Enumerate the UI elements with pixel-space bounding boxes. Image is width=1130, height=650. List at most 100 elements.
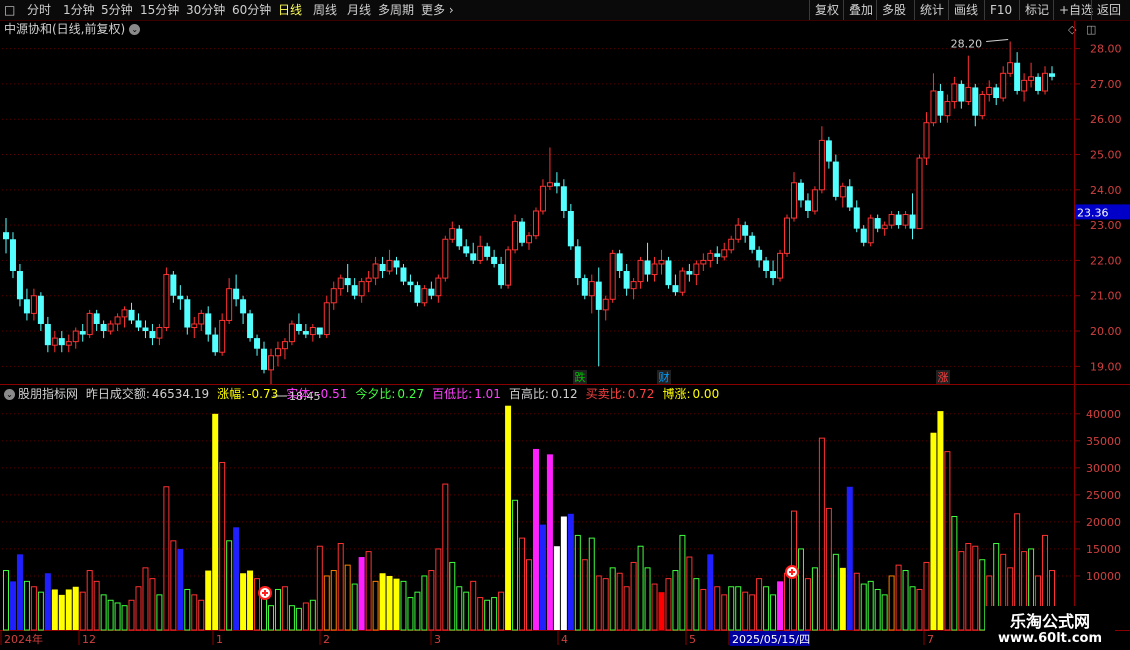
volume-bar [226,540,233,631]
candle-body [1035,76,1042,91]
candle-body [65,341,72,346]
candle-body [909,214,916,229]
candle-body [365,277,372,283]
candle-body [114,316,121,325]
candle-body [728,238,735,251]
candle-body [937,90,944,116]
candle-body [923,122,930,159]
candle-body [860,228,867,243]
volume-bar [930,432,937,630]
candle-body [735,224,742,240]
price-tick-label: 19.00 [1090,360,1122,373]
candle-body [393,260,400,268]
candle-body [177,295,184,300]
volume-bar [86,570,93,631]
volume-bar [756,578,763,631]
volume-bar [512,499,519,631]
volume-bar [665,578,672,631]
volume-bar [860,583,867,631]
volume-bar [832,553,839,631]
volume-bar [721,594,728,631]
volume-bar [267,605,274,631]
candle-body [609,252,616,300]
candle-body [421,288,428,304]
volume-bar [65,589,72,630]
volume-bar [463,591,470,631]
candle-body [832,161,839,197]
candle-body [449,228,456,240]
candle-body [672,285,679,293]
candle-body [902,214,909,226]
candle-body [958,83,965,102]
candle-body [1028,76,1035,81]
volume-bar [477,597,484,631]
volume-bar [728,586,735,631]
candle-body [212,334,219,353]
volume-bar [233,527,240,630]
price-tick-label: 27.00 [1090,78,1122,91]
candle-body [623,271,630,289]
candle-body [895,214,902,226]
candle-body [804,200,811,211]
candle-body [930,90,937,124]
candle-body [574,246,581,279]
volume-bar [867,580,874,631]
candle-body [637,259,644,283]
candle-body [219,319,226,353]
price-tick-label: 21.00 [1090,290,1122,303]
volume-bar [219,461,226,631]
candle-body [484,246,491,257]
volume-bar [881,594,888,631]
volume-bar [839,567,846,630]
candle-body [121,309,128,318]
candle-body [784,217,791,254]
volume-bar [184,588,191,631]
volume-bar [902,570,909,631]
candle-body [777,252,784,279]
volume-bar [700,588,707,631]
candle-body [853,207,860,229]
volume-bar [135,586,142,631]
candle-body [288,323,295,343]
candle-body [93,313,100,324]
volume-bar [944,451,951,631]
volume-bar [609,567,616,631]
volume-bar [3,570,9,631]
candle-body [16,271,23,300]
candle-body [546,182,553,187]
candle-body [261,348,268,370]
volume-bar [456,586,463,631]
candle-body [37,295,44,324]
candle-body [811,189,818,212]
candle-body [240,299,247,314]
candle-body [491,256,498,264]
volume-bar [686,556,693,631]
candle-body [107,323,114,332]
volume-tick-label: 25000 [1086,489,1121,502]
candle-body [818,139,825,191]
candle-body [1042,72,1049,92]
volume-bar [379,573,386,630]
low-price-label: 18.45 [289,390,321,403]
watermark-logo: 乐淘公式网 www.60lt.com [985,606,1115,650]
candle-body [505,249,512,286]
volume-bar [442,483,449,631]
candle-body [686,271,693,275]
volume-tick-label: 40000 [1086,408,1121,421]
date-label-6: 5 [689,633,696,646]
volume-bar [672,570,679,631]
volume-bar [44,573,51,630]
candle-body [72,330,79,343]
volume-bar [825,507,832,631]
candle-body [184,299,191,328]
candle-body [351,285,358,296]
volume-bar [58,594,65,630]
price-tick-label: 28.00 [1090,43,1122,56]
volume-bar [909,586,916,631]
volume-bar [121,605,128,631]
price-tick-label: 24.00 [1090,184,1122,197]
candle-body [477,245,484,261]
candle-body [651,263,658,276]
candle-body [721,249,728,258]
volume-bar [895,564,902,631]
